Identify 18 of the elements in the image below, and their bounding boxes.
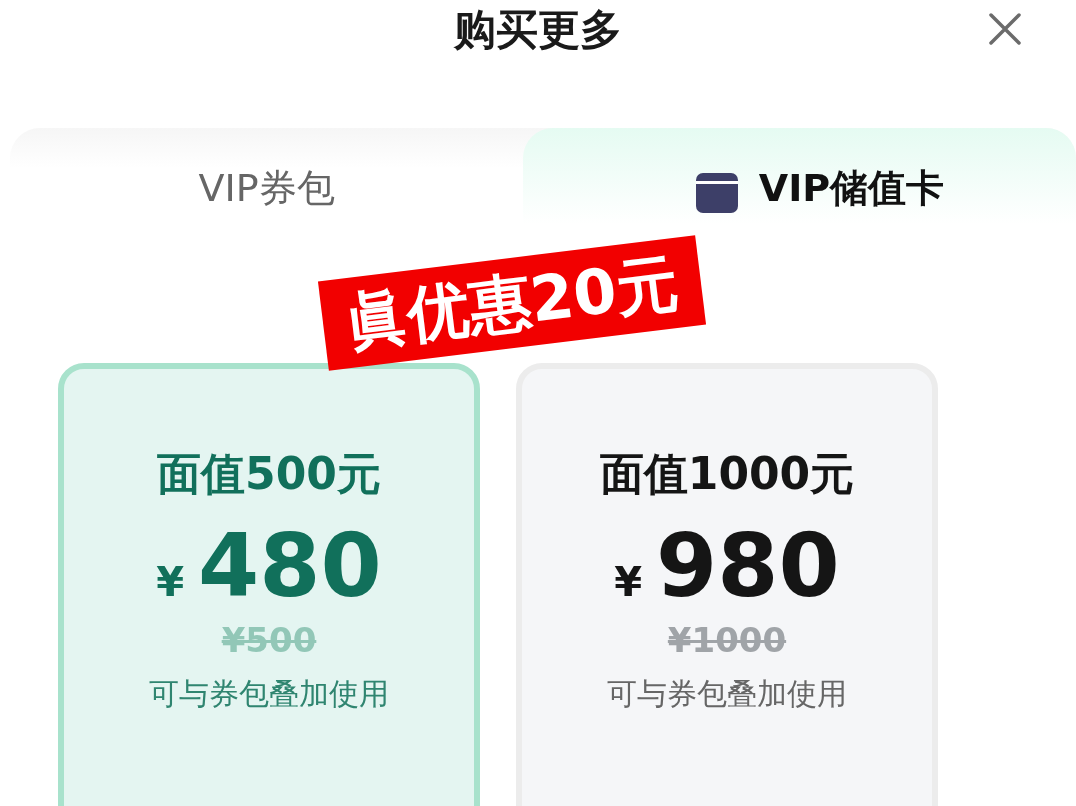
face-value: 面值1000元	[599, 447, 855, 501]
card-note: 可与券包叠加使用	[607, 675, 847, 713]
card-note: 可与券包叠加使用	[149, 675, 389, 713]
card-icon	[694, 172, 739, 214]
promo-badge: 眞优惠20元	[317, 235, 707, 371]
price: 980	[656, 522, 840, 610]
face-value: 面值500元	[157, 447, 381, 501]
currency-sign: ¥	[614, 559, 643, 605]
close-icon	[988, 12, 1022, 46]
original-price: ¥1000	[667, 620, 787, 660]
value-card[interactable]: 面值1000元 ¥980 ¥1000 可与券包叠加使用	[516, 363, 938, 806]
close-button[interactable]	[988, 12, 1022, 46]
price: 480	[198, 522, 382, 610]
currency-sign: ¥	[156, 559, 185, 605]
original-price: ¥500	[221, 620, 317, 660]
value-card[interactable]: 面值500元 ¥480 ¥500 可与券包叠加使用	[58, 363, 480, 806]
tab[interactable]: VIP券包	[10, 128, 523, 224]
dialog-title: 购买更多	[454, 4, 622, 56]
